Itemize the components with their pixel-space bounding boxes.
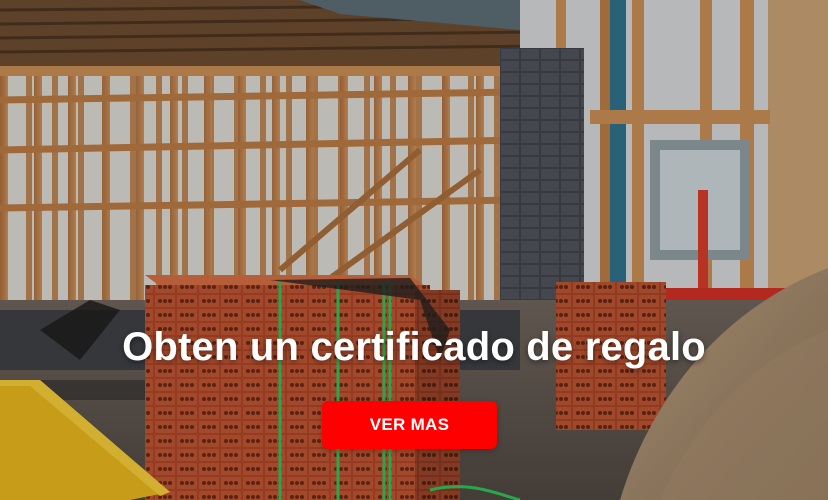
- promo-banner: Obten un certificado de regalo VER MAS: [0, 0, 828, 500]
- headline: Obten un certificado de regalo: [122, 325, 706, 369]
- ver-mas-button[interactable]: VER MAS: [322, 401, 497, 449]
